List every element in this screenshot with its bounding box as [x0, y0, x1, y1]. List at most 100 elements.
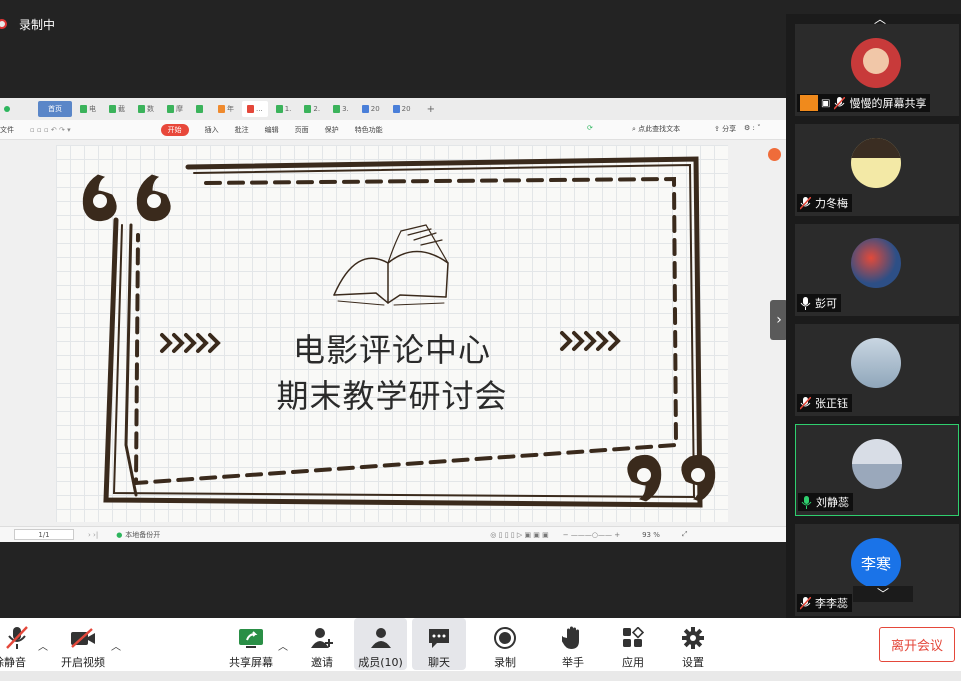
avatar: [851, 38, 901, 88]
menu-page[interactable]: 页面: [295, 125, 309, 135]
doc-icon: [218, 105, 225, 113]
tab-doc[interactable]: [191, 101, 210, 117]
tab-label: 3.: [342, 105, 349, 113]
unmute-button[interactable]: 解除静音: [0, 618, 34, 670]
tab-doc[interactable]: 20: [357, 101, 385, 117]
menu-insert[interactable]: 插入: [205, 125, 219, 135]
fullscreen-icon[interactable]: ⤢: [682, 530, 688, 539]
participant-tile[interactable]: ▣ 慢慢的屏幕共享: [795, 24, 959, 116]
tab-doc[interactable]: 数: [133, 101, 159, 117]
participant-name: 张正钰: [815, 397, 848, 410]
gear-icon: [680, 625, 706, 651]
members-button[interactable]: 成员(10): [354, 618, 407, 670]
participant-nametag: 张正钰: [797, 394, 852, 412]
os-taskbar: [0, 671, 961, 681]
menu-annotate[interactable]: 批注: [235, 125, 249, 135]
tab-doc[interactable]: 3.: [328, 101, 354, 117]
avatar: [851, 138, 901, 188]
share-label: 共享屏幕: [229, 656, 273, 669]
avatar: [851, 238, 901, 288]
menu-special[interactable]: 特色功能: [355, 125, 383, 135]
mic-muted-icon: [4, 625, 30, 651]
avatar: 李寒: [851, 538, 901, 588]
leave-meeting-button[interactable]: 离开会议: [879, 627, 955, 662]
scroll-down-icon[interactable]: ﹀: [853, 586, 913, 602]
menu-protect[interactable]: 保护: [325, 125, 339, 135]
menu-edit[interactable]: 编辑: [265, 125, 279, 135]
apps-button[interactable]: 应用: [618, 618, 648, 670]
share-screen-icon: [238, 625, 264, 651]
start-video-button[interactable]: 开启视频: [56, 618, 110, 670]
share-screen-button[interactable]: 共享屏幕: [226, 618, 276, 670]
document-canvas: 电影评论中心 期末教学研讨会: [0, 140, 786, 526]
tab-doc[interactable]: 摩: [162, 101, 188, 117]
tab-doc[interactable]: 电: [75, 101, 101, 117]
share-button[interactable]: ⇪ 分享: [714, 124, 736, 134]
avatar: [851, 338, 901, 388]
view-tools-icon[interactable]: ◎ ▯ ▯ ▯ ▷ ▣ ▣ ▣: [490, 531, 548, 539]
mic-icon: [800, 296, 811, 310]
participant-tile[interactable]: 力冬梅: [795, 124, 959, 216]
page-nav-icon[interactable]: › ›|: [88, 531, 98, 539]
apps-label: 应用: [622, 656, 644, 669]
apps-icon: [620, 625, 646, 651]
zoom-level: 93 %: [642, 530, 660, 539]
sync-icon[interactable]: ⟳: [587, 124, 593, 132]
audio-options-icon[interactable]: ︿: [38, 638, 48, 653]
tab-home[interactable]: 首页: [38, 101, 72, 117]
members-icon: [368, 625, 394, 651]
tab-doc[interactable]: 2.: [299, 101, 325, 117]
slide: 电影评论中心 期末教学研讨会: [56, 145, 728, 522]
invite-button[interactable]: 邀请: [305, 618, 339, 670]
search-field[interactable]: ⌕ 点此查找文本: [632, 124, 680, 134]
participant-tile[interactable]: 张正钰: [795, 324, 959, 416]
mic-muted-icon: [799, 195, 812, 210]
chat-label: 聊天: [428, 656, 450, 669]
share-options-icon[interactable]: ︿: [278, 638, 288, 653]
record-button[interactable]: 录制: [490, 618, 520, 670]
mic-active-icon: [801, 495, 812, 509]
participant-tile[interactable]: 李寒 ﹀ 李李蕊: [795, 524, 959, 616]
new-tab-icon[interactable]: +: [427, 104, 435, 115]
chat-button[interactable]: 聊天: [412, 618, 466, 670]
menu-start[interactable]: 开始: [160, 123, 189, 136]
slide-title-line2: 期末教学研讨会: [276, 377, 508, 415]
members-label: 成员(10): [358, 656, 403, 669]
participant-tile[interactable]: 彭可: [795, 224, 959, 316]
tab-doc[interactable]: 截: [104, 101, 130, 117]
participant-name: 彭可: [815, 297, 837, 310]
tab-doc[interactable]: 年: [213, 101, 239, 117]
tab-active-pdf[interactable]: ...: [242, 101, 268, 117]
menu-file[interactable]: 文件: [0, 125, 14, 135]
recording-indicator[interactable]: 录制中: [0, 12, 55, 36]
participant-name: 李李蕊: [815, 597, 848, 610]
raise-hand-button[interactable]: 举手: [558, 618, 588, 670]
tab-doc[interactable]: 1.: [271, 101, 297, 117]
doc-icon: [167, 105, 174, 113]
more-icon[interactable]: ⚙ : ˅: [744, 124, 761, 132]
tab-label: 年: [227, 105, 234, 113]
participant-tile-speaking[interactable]: 刘静蕊: [795, 424, 959, 516]
participant-name: 刘静蕊: [816, 496, 849, 509]
raise-hand-label: 举手: [562, 656, 584, 669]
quick-tools-icon[interactable]: ▫ ▫ ▫ ↶ ↷ ▾: [30, 126, 71, 134]
tab-doc[interactable]: 20: [388, 101, 416, 117]
mic-muted-icon: [799, 595, 812, 610]
doc-icon: [361, 105, 369, 113]
zoom-slider[interactable]: − ———○—— +: [563, 531, 620, 539]
tab-label: 电: [89, 105, 96, 113]
video-options-icon[interactable]: ︿: [111, 638, 121, 653]
recording-dot-icon: [0, 19, 7, 29]
recording-label: 录制中: [19, 17, 56, 32]
page-indicator[interactable]: 1/1: [14, 529, 74, 540]
backup-label: 本地备份开: [125, 530, 161, 539]
chat-icon: [426, 625, 452, 651]
hand-icon: [560, 625, 586, 651]
settings-button[interactable]: 设置: [678, 618, 708, 670]
participant-nametag: 刘静蕊: [798, 493, 853, 511]
participant-name: 慢慢的屏幕共享: [849, 97, 927, 110]
doc-icon: [275, 105, 283, 113]
doc-icon: [304, 105, 312, 113]
doc-icon: [109, 105, 116, 113]
assistant-icon[interactable]: [768, 148, 781, 161]
